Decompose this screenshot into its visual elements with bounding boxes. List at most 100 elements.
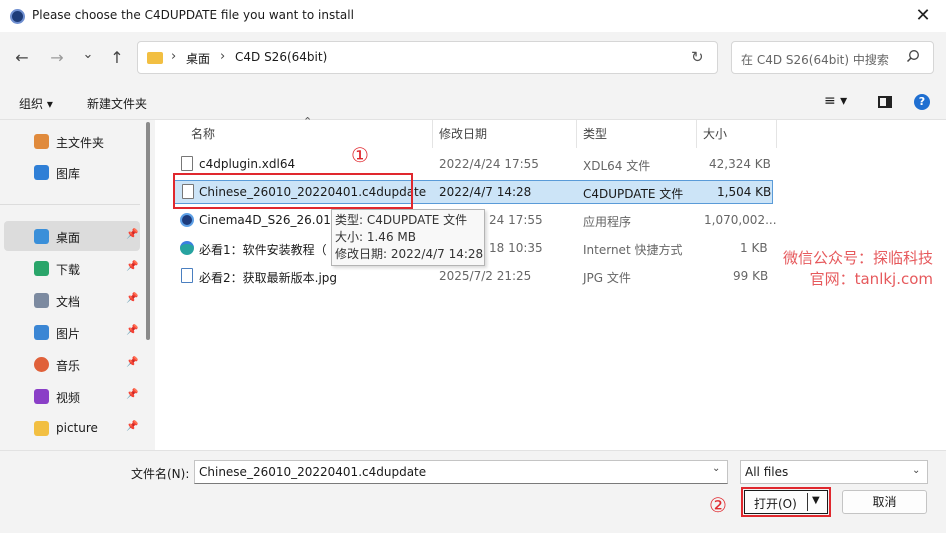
file-name: c4dplugin.xdl64 xyxy=(199,157,296,171)
cancel-button[interactable]: 取消 xyxy=(842,490,927,514)
table-row[interactable]: 必看2：获取最新版本.jpg 2025/7/2 21:25 JPG 文件 99 … xyxy=(173,264,773,288)
sidebar-item-label: 主文件夹 xyxy=(56,136,105,150)
file-type: XDL64 文件 xyxy=(583,159,651,173)
up-arrow-icon[interactable]: ↑ xyxy=(106,47,128,69)
open-options-arrow-icon[interactable]: ▼ xyxy=(812,495,820,506)
sidebar-item-label: 文档 xyxy=(56,295,81,309)
command-toolbar: 组织 ▾ 新建文件夹 ≡ ▾ ? xyxy=(0,84,946,120)
pin-icon: 📌 xyxy=(126,421,139,432)
sidebar-item-desktop[interactable]: 桌面 📌 xyxy=(4,221,140,251)
desktop-icon xyxy=(34,229,49,244)
breadcrumb-separator: › xyxy=(171,49,177,64)
file-modified: 2022/4/24 17:55 xyxy=(439,157,539,171)
organize-button[interactable]: 组织 ▾ xyxy=(19,95,53,112)
pin-icon: 📌 xyxy=(126,325,139,336)
file-name: 必看1：软件安装教程（ xyxy=(199,243,327,257)
search-input[interactable]: 在 C4D S26(64bit) 中搜索 xyxy=(741,51,889,68)
sidebar-item-picture-folder[interactable]: picture 📌 xyxy=(4,413,140,443)
sidebar-item-label: 下载 xyxy=(56,263,81,277)
back-arrow-icon[interactable]: ← xyxy=(11,47,33,69)
forward-arrow-icon[interactable]: → xyxy=(46,47,68,69)
filename-label: 文件名(N): xyxy=(131,467,190,481)
filename-input[interactable] xyxy=(194,460,728,484)
sidebar-item-videos[interactable]: 视频 📌 xyxy=(4,381,140,411)
sidebar-divider xyxy=(0,204,140,205)
edge-icon xyxy=(180,241,194,255)
view-options-icon[interactable]: ≡ ▾ xyxy=(824,93,847,109)
sidebar-item-gallery[interactable]: 图库 xyxy=(4,157,140,187)
tooltip-date: 修改日期: 2022/4/7 14:28 xyxy=(335,247,484,261)
column-divider[interactable] xyxy=(432,120,433,148)
close-icon[interactable]: ✕ xyxy=(906,3,940,29)
document-icon xyxy=(34,293,49,308)
file-type: JPG 文件 xyxy=(583,271,631,285)
pictures-icon xyxy=(34,325,49,340)
file-size: 1 KB xyxy=(740,241,768,255)
watermark-line-2: 官网：tanlkj.com xyxy=(809,270,934,288)
sidebar-scrollbar[interactable] xyxy=(146,122,150,340)
pin-icon: 📌 xyxy=(126,229,139,240)
column-divider[interactable] xyxy=(696,120,697,148)
home-icon xyxy=(34,134,49,149)
filetype-select[interactable]: All files ⌄ xyxy=(740,460,928,484)
annotation-step-1: ① xyxy=(351,143,369,167)
column-header-size[interactable]: 大小 xyxy=(703,125,727,142)
file-type: C4DUPDATE 文件 xyxy=(583,187,684,201)
sidebar-item-pictures[interactable]: 图片 📌 xyxy=(4,317,140,347)
pin-icon: 📌 xyxy=(126,261,139,272)
breadcrumb-separator: › xyxy=(220,49,226,64)
help-icon[interactable]: ? xyxy=(914,94,930,110)
preview-pane-icon[interactable] xyxy=(878,96,892,108)
column-divider[interactable] xyxy=(576,120,577,148)
pin-icon: 📌 xyxy=(126,357,139,368)
file-size: 1,504 KB xyxy=(717,185,772,199)
sidebar-item-documents[interactable]: 文档 📌 xyxy=(4,285,140,315)
file-size: 99 KB xyxy=(733,269,769,283)
folder-icon xyxy=(34,421,49,436)
address-bar[interactable]: › 桌面 › C4D S26(64bit) ↻ xyxy=(137,41,718,74)
refresh-icon[interactable]: ↻ xyxy=(691,48,704,66)
file-info-tooltip: 类型: C4DUPDATE 文件 大小: 1.46 MB 修改日期: 2022/… xyxy=(331,209,485,266)
filename-history-chevron-icon[interactable]: ⌄ xyxy=(712,463,720,474)
search-box[interactable]: 在 C4D S26(64bit) 中搜索 xyxy=(731,41,934,74)
file-modified: 18 10:35 xyxy=(489,241,543,255)
column-header-name[interactable]: 名称 xyxy=(191,125,215,142)
sidebar-item-downloads[interactable]: 下载 📌 xyxy=(4,253,140,283)
file-name: 必看2：获取最新版本.jpg xyxy=(199,271,338,285)
open-button[interactable]: 打开(O) ▼ xyxy=(744,490,828,514)
pin-icon: 📌 xyxy=(126,389,139,400)
column-header-type[interactable]: 类型 xyxy=(583,125,607,142)
music-icon xyxy=(34,357,49,372)
sidebar-item-home[interactable]: 主文件夹 xyxy=(4,126,140,156)
file-size: 42,324 KB xyxy=(709,157,771,171)
sidebar-item-music[interactable]: 音乐 📌 xyxy=(4,349,140,379)
sort-ascending-icon: ⌃ xyxy=(303,115,313,128)
sidebar-item-label: 图片 xyxy=(56,327,81,341)
filetype-value: All files xyxy=(745,465,789,479)
file-type: 应用程序 xyxy=(583,215,632,229)
file-modified: 2022/4/7 14:28 xyxy=(439,185,532,199)
split-divider xyxy=(807,493,808,511)
column-divider[interactable] xyxy=(776,120,777,148)
dialog-footer: 文件名(N): ⌄ All files ⌄ ② 打开(O) ▼ 取消 xyxy=(0,450,946,533)
sidebar-item-label: 图库 xyxy=(56,167,81,181)
chevron-down-icon: ⌄ xyxy=(912,465,921,476)
watermark: 微信公众号：探临科技 官网：tanlkj.com xyxy=(783,248,933,290)
tooltip-size: 大小: 1.46 MB xyxy=(335,230,416,244)
new-folder-button[interactable]: 新建文件夹 xyxy=(87,95,147,112)
video-icon xyxy=(34,389,49,404)
sidebar-item-label: picture xyxy=(56,421,98,435)
breadcrumb-c4d-folder[interactable]: C4D S26(64bit) xyxy=(235,50,327,64)
cinema4d-app-icon xyxy=(10,9,25,24)
column-header-modified[interactable]: 修改日期 xyxy=(439,125,487,142)
sidebar-item-label: 音乐 xyxy=(56,359,81,373)
search-icon[interactable] xyxy=(906,49,920,63)
sidebar-item-label: 桌面 xyxy=(56,231,81,245)
breadcrumb-desktop[interactable]: 桌面 xyxy=(186,50,210,67)
title-bar: Please choose the C4DUPDATE file you wan… xyxy=(0,0,946,32)
file-modified: 24 17:55 xyxy=(489,213,543,227)
gallery-icon xyxy=(34,165,49,180)
recent-locations-chevron-icon[interactable]: ⌄ xyxy=(77,44,99,66)
watermark-line-1: 微信公众号：探临科技 xyxy=(783,249,934,267)
folder-icon xyxy=(147,52,163,64)
